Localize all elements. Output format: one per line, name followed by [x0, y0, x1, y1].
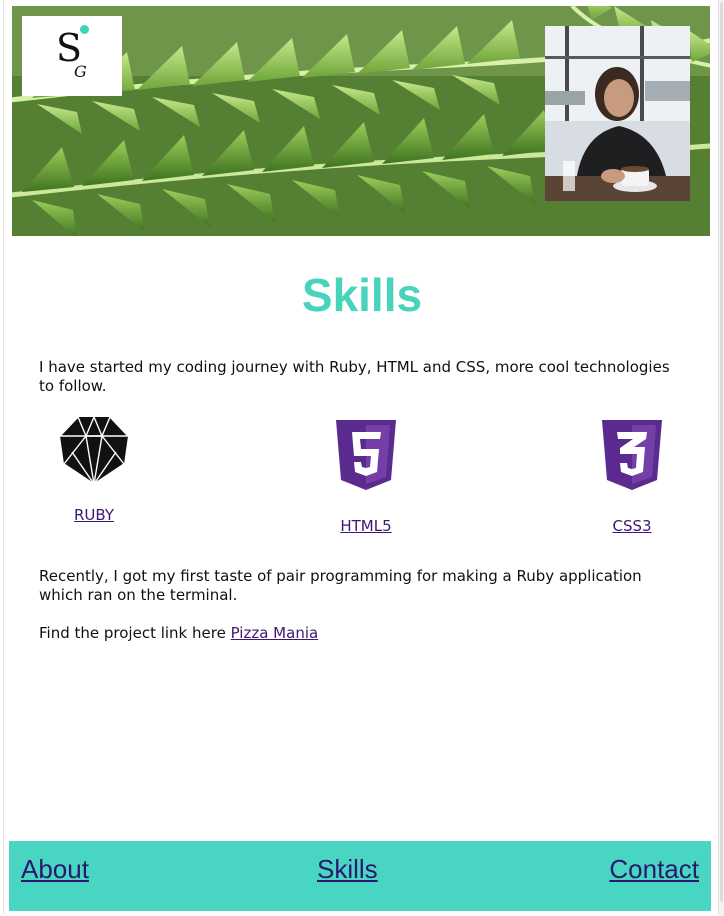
- skill-html5: HTML5: [326, 420, 406, 536]
- skill-link-html5[interactable]: HTML5: [340, 517, 391, 535]
- logo-sub-letter: G: [74, 62, 87, 81]
- intro-text: I have started my coding journey with Ru…: [39, 358, 670, 395]
- css3-shield-icon: [602, 420, 662, 490]
- html5-shield-icon: [336, 420, 396, 490]
- skill-css3: CSS3: [592, 420, 672, 536]
- footer-nav: About Skills Contact: [9, 841, 711, 911]
- page-title: Skills: [301, 269, 423, 321]
- ruby-gem-icon: [59, 416, 129, 486]
- project-prefix-text: Find the project link here: [39, 624, 226, 642]
- skill-ruby: RUBY: [54, 414, 134, 525]
- scrollbar[interactable]: [719, 0, 724, 916]
- site-logo[interactable]: S G: [22, 16, 122, 96]
- scrollbar-thumb[interactable]: [720, 2, 723, 902]
- skill-link-css3[interactable]: CSS3: [612, 517, 651, 535]
- logo-dot-icon: [80, 25, 89, 34]
- skill-link-ruby[interactable]: RUBY: [74, 506, 114, 524]
- project-link-line: Find the project link here Pizza Mania: [39, 624, 689, 643]
- footer-link-about[interactable]: About: [21, 854, 89, 885]
- profile-photo: [545, 26, 690, 201]
- footer-link-skills[interactable]: Skills: [317, 854, 378, 885]
- person-with-coffee-image: [545, 26, 690, 201]
- footer-link-contact[interactable]: Contact: [609, 854, 699, 885]
- pizza-mania-link[interactable]: Pizza Mania: [231, 624, 319, 642]
- pair-programming-text: Recently, I got my first taste of pair p…: [39, 567, 642, 604]
